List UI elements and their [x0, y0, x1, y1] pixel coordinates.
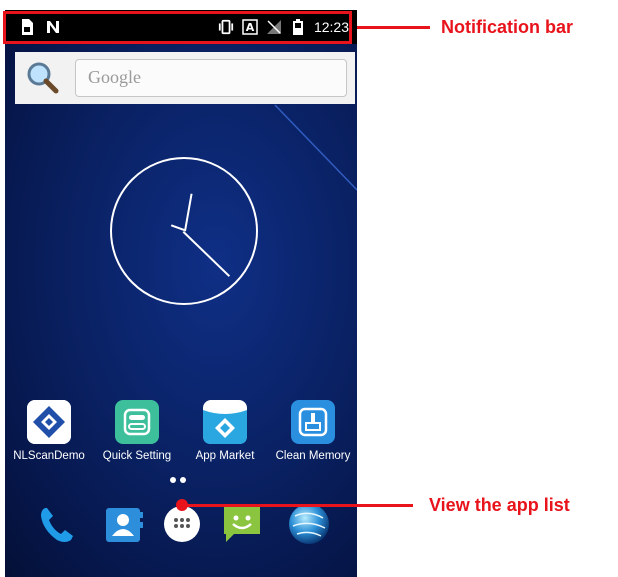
app-quick-setting[interactable]: Quick Setting: [93, 400, 181, 462]
app-list-pointer-dot: [176, 499, 188, 511]
quick-setting-icon: [115, 400, 159, 444]
clean-memory-icon: [291, 400, 335, 444]
minute-hand: [182, 231, 231, 277]
app-label: Clean Memory: [275, 450, 351, 462]
app-market-icon: [203, 400, 247, 444]
app-label: App Market: [195, 450, 255, 462]
second-hand: [170, 224, 185, 231]
hour-hand: [184, 193, 193, 232]
contacts-icon[interactable]: [102, 502, 146, 546]
notification-bar-annotation: Notification bar: [441, 17, 574, 37]
page-dot: [180, 477, 186, 483]
phone-icon[interactable]: [35, 502, 79, 546]
messaging-icon[interactable]: [220, 502, 264, 546]
phone-screen: A 12:23 Google NLScanDemo Quick Setting …: [5, 10, 357, 577]
nlscan-demo-icon: [27, 400, 71, 444]
app-label: NLScanDemo: [13, 450, 85, 462]
app-list-pointer: [182, 504, 413, 507]
analog-clock-widget[interactable]: [110, 157, 258, 305]
notification-bar-highlight: [3, 11, 352, 44]
app-clean-memory[interactable]: Clean Memory: [269, 400, 357, 462]
page-dot: [170, 477, 176, 483]
app-nlscandemo[interactable]: NLScanDemo: [5, 400, 93, 462]
app-market[interactable]: App Market: [181, 400, 269, 462]
app-list-annotation: View the app list: [429, 495, 570, 515]
app-label: Quick Setting: [102, 450, 172, 462]
notification-bar-pointer: [357, 26, 430, 29]
browser-globe-icon[interactable]: [287, 502, 331, 546]
page-indicator: [170, 477, 186, 483]
